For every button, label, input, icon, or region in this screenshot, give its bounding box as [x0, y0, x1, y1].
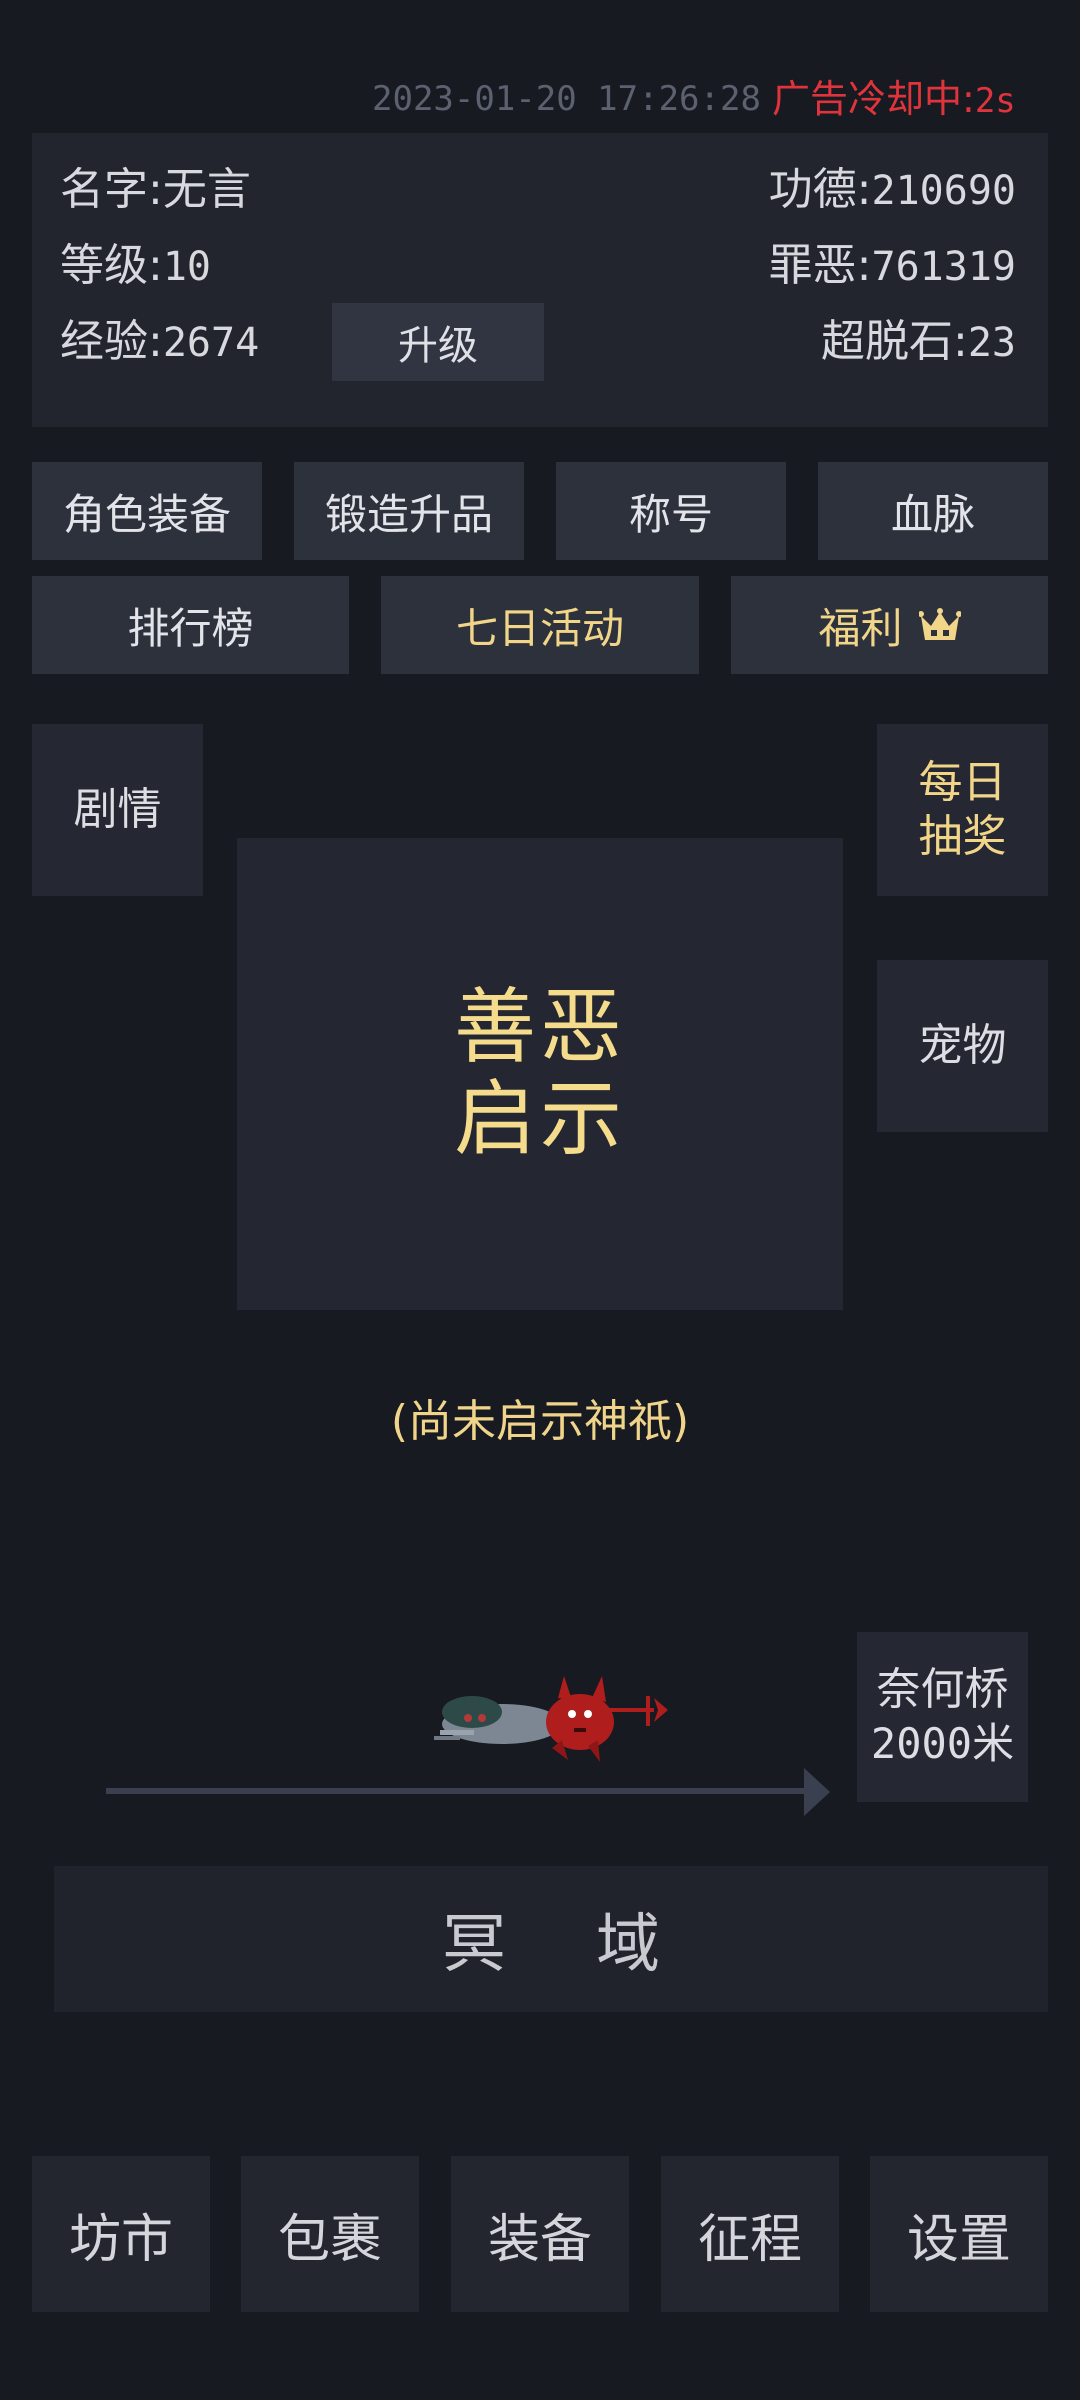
sin-value: 761319 — [871, 244, 1017, 290]
welfare-button[interactable]: 福利 — [731, 576, 1048, 674]
good-evil-revelation-button[interactable]: 善恶 启示 — [237, 838, 843, 1310]
equipment-tab[interactable]: 装备 — [451, 2156, 629, 2312]
inventory-tab[interactable]: 包裹 — [241, 2156, 419, 2312]
seven-day-event-button[interactable]: 七日活动 — [381, 576, 699, 674]
level-value: 10 — [162, 244, 211, 290]
revelation-line2: 启示 — [453, 1072, 626, 1167]
pet-button[interactable]: 宠物 — [877, 960, 1048, 1132]
ad-cooldown-label: 广告冷却中: — [772, 77, 975, 121]
journey-tab[interactable]: 征程 — [661, 2156, 839, 2312]
bloodline-button[interactable]: 血脉 — [818, 462, 1048, 560]
settings-tab[interactable]: 设置 — [870, 2156, 1048, 2312]
sin-stat: 罪恶:761319 — [560, 236, 1016, 296]
crown-icon — [918, 608, 961, 640]
transcend-stone-label: 超脱石: — [821, 316, 968, 367]
naihe-bridge-label: 奈何桥 — [876, 1664, 1009, 1715]
title-button[interactable]: 称号 — [556, 462, 786, 560]
game-main-screen: 2023-01-20 17:26:28 广告冷却中:2s 名字:无言 等级:10… — [0, 0, 1080, 2400]
market-tab[interactable]: 坊市 — [32, 2156, 210, 2312]
merit-label: 功德: — [768, 164, 872, 215]
daily-lottery-line1: 每日 — [918, 757, 1007, 808]
name-label: 名字: — [60, 164, 163, 215]
daily-lottery-button[interactable]: 每日 抽奖 — [877, 724, 1048, 896]
ad-cooldown-status: 广告冷却中:2s — [772, 74, 1016, 124]
ad-cooldown-value: 2s — [974, 81, 1016, 121]
exp-label: 经验: — [60, 316, 163, 367]
level-stat: 等级:10 — [60, 236, 211, 296]
sin-label: 罪恶: — [768, 240, 872, 291]
transcend-stone-stat: 超脱石:23 — [560, 312, 1016, 372]
arrow-right-icon — [804, 1768, 830, 1816]
exp-value: 2674 — [162, 320, 260, 366]
naihe-bridge-button[interactable]: 奈何桥 2000米 — [857, 1632, 1028, 1802]
devil-and-ghost-sprite — [434, 1676, 668, 1762]
story-button[interactable]: 剧情 — [32, 724, 203, 896]
underworld-button[interactable]: 冥域 — [54, 1866, 1048, 2012]
name-stat: 名字:无言 — [60, 160, 251, 220]
naihe-bridge-distance: 2000米 — [870, 1719, 1015, 1768]
leaderboard-button[interactable]: 排行榜 — [32, 576, 349, 674]
revelation-line1: 善恶 — [453, 980, 626, 1075]
deity-status-text: (尚未启示神祇) — [390, 1396, 690, 1447]
journey-track — [106, 1788, 806, 1794]
merit-stat: 功德:210690 — [560, 160, 1016, 220]
upgrade-button[interactable]: 升级 — [332, 303, 544, 381]
merit-value: 210690 — [871, 168, 1017, 214]
level-label: 等级: — [60, 240, 163, 291]
daily-lottery-line2: 抽奖 — [918, 811, 1007, 862]
name-value: 无言 — [162, 164, 251, 215]
welfare-label: 福利 — [818, 603, 903, 653]
current-datetime: 2023-01-20 17:26:28 — [372, 79, 761, 119]
character-equipment-button[interactable]: 角色装备 — [32, 462, 262, 560]
exp-stat: 经验:2674 — [60, 312, 259, 372]
forge-upgrade-button[interactable]: 锻造升品 — [294, 462, 524, 560]
transcend-stone-value: 23 — [967, 320, 1016, 366]
